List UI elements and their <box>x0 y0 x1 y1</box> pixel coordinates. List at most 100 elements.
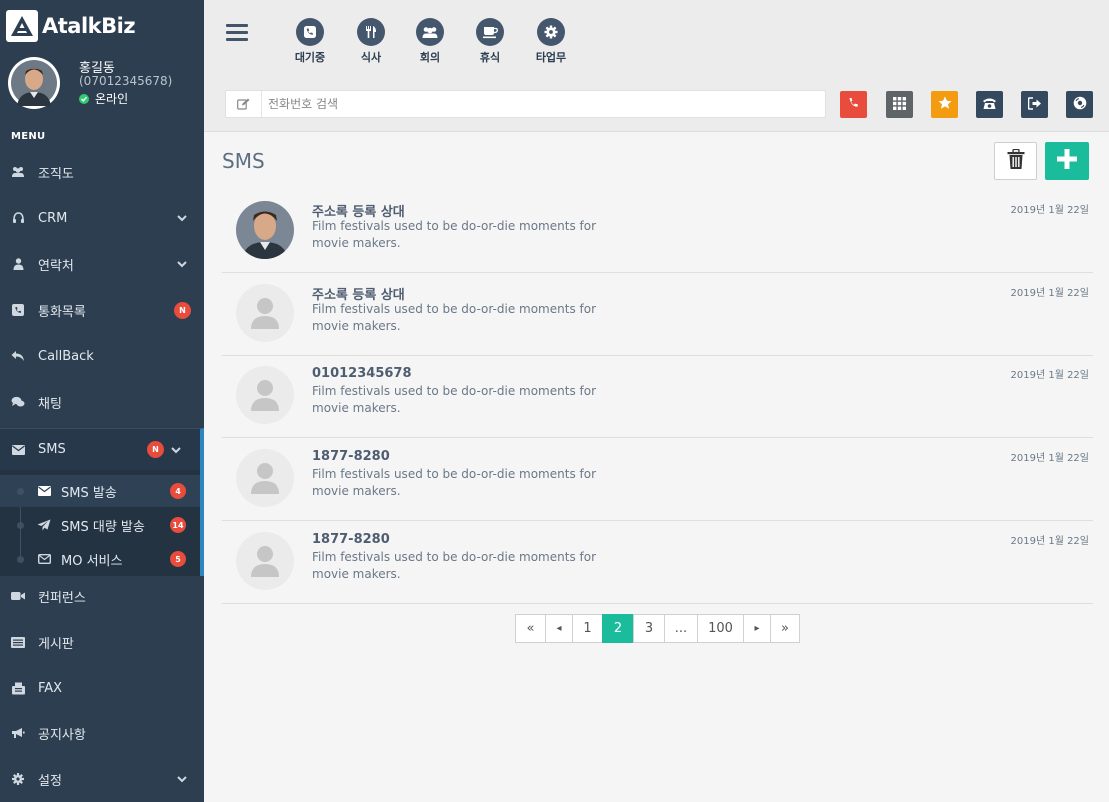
sidebar-item-settings[interactable]: 설정 <box>0 757 204 801</box>
sidebar-item-contacts[interactable]: 연락처 <box>0 242 204 286</box>
chat-icon <box>11 395 25 409</box>
sidebar-item-label: 컨퍼런스 <box>38 590 86 606</box>
message-sender: 01012345678 <box>312 366 412 381</box>
sidebar-item-label: 공지사항 <box>38 727 86 743</box>
envelope-icon <box>37 484 51 498</box>
user-profile: 홍길동 (07012345678) 온라인 <box>8 57 198 112</box>
message-date: 2019년 1월 22일 <box>1010 205 1090 216</box>
phone-square-icon <box>11 303 25 317</box>
subitem-label: SMS 발송 <box>61 485 117 501</box>
sidebar-item-label: 채팅 <box>38 396 62 412</box>
chevron-down-icon <box>176 773 188 785</box>
headset-icon <box>11 211 25 225</box>
status-button-meeting[interactable]: 회의 <box>405 18 455 68</box>
message-row[interactable]: 1877-8280 Film festivals used to be do-o… <box>222 521 1093 604</box>
bullhorn-icon <box>11 726 25 740</box>
page-title: SMS <box>222 149 265 173</box>
sidebar-item-label: 통화목록 <box>38 304 86 320</box>
message-row[interactable]: 주소록 등록 상대 Film festivals used to be do-o… <box>222 190 1093 273</box>
page-last-button[interactable]: » <box>770 614 800 643</box>
status-button-break[interactable]: 휴식 <box>465 18 515 68</box>
page-first-button[interactable]: « <box>515 614 546 643</box>
desk-phone-icon <box>982 95 997 114</box>
hamburger-menu-icon[interactable] <box>226 24 248 42</box>
page-number-button[interactable]: 3 <box>633 614 665 643</box>
sidebar-subitem-sms-bulk[interactable]: SMS 대량 발송 14 <box>0 509 200 541</box>
page-number-button[interactable]: 1 <box>572 614 603 643</box>
page-prev-button[interactable]: ◂ <box>545 614 573 643</box>
status-label: 온라인 <box>95 92 129 106</box>
sidebar-item-call-log[interactable]: 통화목록 N <box>0 288 204 332</box>
status-button-label: 타업무 <box>535 51 567 64</box>
default-avatar-icon <box>236 532 294 590</box>
page-number-button[interactable]: 100 <box>697 614 744 643</box>
delete-button[interactable] <box>994 142 1037 180</box>
sidebar: AtalkBiz 홍길동 (07012345678) 온라인 MENU 조직도 … <box>0 0 204 802</box>
chevron-down-icon <box>176 258 188 270</box>
message-preview: Film festivals used to be do-or-die mome… <box>312 384 597 415</box>
pagination: « ◂ 1 2 3 ... 100 ▸ » <box>515 614 800 643</box>
favorite-button[interactable] <box>931 91 958 118</box>
message-row[interactable]: 주소록 등록 상대 Film festivals used to be do-o… <box>222 273 1093 356</box>
sidebar-item-label: 연락처 <box>38 258 74 274</box>
count-badge: 4 <box>170 483 186 499</box>
sidebar-subitem-mo-service[interactable]: MO 서비스 5 <box>0 543 200 575</box>
message-preview: Film festivals used to be do-or-die mome… <box>312 302 597 333</box>
page-number-button-active[interactable]: 2 <box>602 614 634 643</box>
status-button-other-work[interactable]: 타업무 <box>526 18 576 68</box>
status-button-label: 회의 <box>419 51 441 64</box>
sign-out-icon <box>1027 95 1042 114</box>
user-icon <box>11 257 25 271</box>
contact-photo <box>236 201 294 259</box>
menu-title: MENU <box>11 131 46 142</box>
sidebar-item-board[interactable]: 게시판 <box>0 620 204 664</box>
sidebar-item-label: 게시판 <box>38 636 74 652</box>
page-next-button[interactable]: ▸ <box>743 614 771 643</box>
brand[interactable]: AtalkBiz <box>6 8 136 44</box>
phone-search-input[interactable] <box>268 95 808 113</box>
keypad-button[interactable] <box>886 91 913 118</box>
desk-phone-button[interactable] <box>976 91 1003 118</box>
avatar[interactable] <box>8 57 60 109</box>
sidebar-item-crm[interactable]: CRM <box>0 196 204 240</box>
subitem-label: MO 서비스 <box>61 553 123 569</box>
status-button-label: 대기중 <box>294 51 326 64</box>
envelope-outline-icon <box>37 552 51 566</box>
call-button[interactable] <box>840 91 867 118</box>
sidebar-item-org-chart[interactable]: 조직도 <box>0 150 204 194</box>
sidebar-item-chat[interactable]: 채팅 <box>0 380 204 424</box>
sidebar-item-sms[interactable]: SMS N <box>0 428 204 470</box>
message-sender: 1877-8280 <box>312 449 390 464</box>
message-date: 2019년 1월 22일 <box>1010 288 1090 299</box>
chevron-down-icon <box>176 212 188 224</box>
sidebar-item-label: 설정 <box>38 773 62 789</box>
status-button-label: 식사 <box>360 51 382 64</box>
sidebar-item-callback[interactable]: CallBack <box>0 334 204 378</box>
user-status[interactable]: 온라인 <box>79 90 128 107</box>
envelope-icon <box>11 443 25 457</box>
coffee-icon <box>476 18 504 46</box>
status-button-waiting[interactable]: 대기중 <box>285 18 335 68</box>
sidebar-subitem-sms-send[interactable]: SMS 발송 4 <box>0 475 200 507</box>
sidebar-item-conference[interactable]: 컨퍼런스 <box>0 574 204 618</box>
new-badge: N <box>147 441 164 458</box>
add-button[interactable] <box>1045 142 1089 180</box>
message-row[interactable]: 1877-8280 Film festivals used to be do-o… <box>222 438 1093 521</box>
message-preview: Film festivals used to be do-or-die mome… <box>312 467 597 498</box>
message-preview: Film festivals used to be do-or-die mome… <box>312 550 597 581</box>
transfer-button[interactable] <box>1021 91 1048 118</box>
sidebar-item-notice[interactable]: 공지사항 <box>0 711 204 755</box>
check-circle-icon <box>79 93 89 104</box>
utensils-icon <box>357 18 385 46</box>
message-row[interactable]: 01012345678 Film festivals used to be do… <box>222 355 1093 438</box>
voicemail-button[interactable] <box>1066 91 1093 118</box>
status-button-meal[interactable]: 식사 <box>346 18 396 68</box>
main-content: SMS 주소록 등록 상대 Film festivals used to be … <box>204 133 1109 802</box>
tree-dot <box>17 487 24 495</box>
new-badge: N <box>174 301 191 319</box>
sidebar-item-label: SMS <box>38 442 66 457</box>
keypad-icon <box>893 95 906 114</box>
sidebar-item-fax[interactable]: FAX <box>0 666 204 710</box>
top-bar: 대기중 식사 회의 휴식 타업무 <box>204 0 1109 132</box>
count-badge: 14 <box>170 517 186 533</box>
